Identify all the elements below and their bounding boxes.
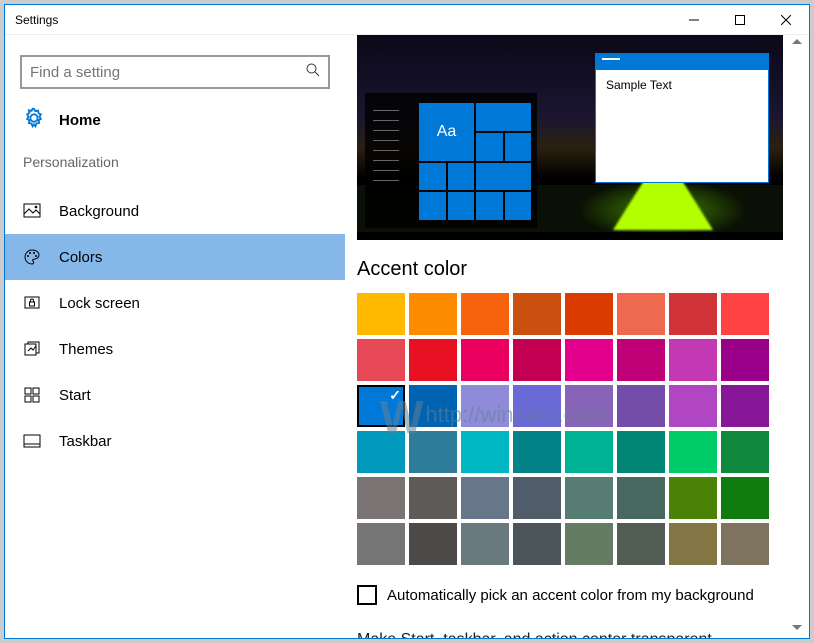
preview-start-menu: Aa xyxy=(365,93,537,228)
sidebar-item-colors[interactable]: Colors xyxy=(5,234,345,280)
nav-label: Taskbar xyxy=(59,433,112,450)
accent-swatch[interactable] xyxy=(721,293,769,335)
accent-swatch[interactable] xyxy=(617,293,665,335)
sidebar-item-lock-screen[interactable]: Lock screen xyxy=(5,280,345,326)
sidebar-item-taskbar[interactable]: Taskbar xyxy=(5,418,345,464)
accent-swatch[interactable] xyxy=(513,385,561,427)
preview-tile-aa: Aa xyxy=(419,103,474,161)
lock-screen-icon xyxy=(23,294,41,312)
accent-swatch[interactable] xyxy=(513,523,561,565)
accent-swatch[interactable] xyxy=(617,385,665,427)
preview-sample-window: Sample Text xyxy=(595,53,769,183)
category-heading: Personalization xyxy=(5,154,345,170)
window-title: Settings xyxy=(5,13,671,27)
auto-pick-label: Automatically pick an accent color from … xyxy=(387,587,754,604)
accent-swatch[interactable] xyxy=(357,523,405,565)
auto-pick-checkbox[interactable]: Automatically pick an accent color from … xyxy=(357,585,787,605)
sidebar-item-start[interactable]: Start xyxy=(5,372,345,418)
search-box[interactable] xyxy=(20,55,330,89)
window-body: Home Personalization Background Colors Loc… xyxy=(5,35,809,638)
accent-swatch[interactable] xyxy=(513,293,561,335)
accent-swatch[interactable] xyxy=(565,523,613,565)
nav-label: Start xyxy=(59,387,91,404)
checkbox-box[interactable] xyxy=(357,585,377,605)
accent-swatch[interactable] xyxy=(461,385,509,427)
background-icon xyxy=(23,202,41,220)
close-button[interactable] xyxy=(763,5,809,35)
accent-swatch[interactable] xyxy=(357,431,405,473)
accent-swatch[interactable] xyxy=(565,339,613,381)
home-label: Home xyxy=(59,112,101,129)
accent-swatch[interactable] xyxy=(409,385,457,427)
accent-swatch[interactable] xyxy=(617,477,665,519)
accent-swatch[interactable] xyxy=(461,523,509,565)
scrollbar[interactable] xyxy=(789,35,805,638)
transparent-heading: Make Start, taskbar, and action center t… xyxy=(357,631,787,638)
nav-label: Colors xyxy=(59,249,102,266)
nav-label: Background xyxy=(59,203,139,220)
accent-color-heading: Accent color xyxy=(357,258,787,281)
maximize-button[interactable] xyxy=(717,5,763,35)
accent-swatch[interactable] xyxy=(617,431,665,473)
accent-swatch[interactable] xyxy=(669,477,717,519)
accent-swatch[interactable] xyxy=(461,477,509,519)
sidebar-item-background[interactable]: Background xyxy=(5,188,345,234)
color-preview: Aa Sample Text xyxy=(357,35,783,240)
accent-swatch[interactable] xyxy=(669,293,717,335)
gear-icon xyxy=(23,107,45,134)
sidebar: Home Personalization Background Colors Loc… xyxy=(5,35,345,638)
accent-swatch[interactable] xyxy=(513,339,561,381)
scroll-up-icon[interactable] xyxy=(792,39,802,44)
start-icon xyxy=(23,386,41,404)
minimize-button[interactable] xyxy=(671,5,717,35)
accent-swatch[interactable] xyxy=(513,431,561,473)
accent-swatch[interactable] xyxy=(721,523,769,565)
content-area: Aa Sample Text Accent color xyxy=(345,35,809,638)
accent-swatch[interactable] xyxy=(409,523,457,565)
accent-swatch[interactable] xyxy=(669,339,717,381)
sidebar-item-themes[interactable]: Themes xyxy=(5,326,345,372)
accent-swatch[interactable] xyxy=(721,385,769,427)
accent-swatch[interactable] xyxy=(669,431,717,473)
scroll-down-icon[interactable] xyxy=(792,625,802,630)
themes-icon xyxy=(23,340,41,358)
accent-swatch[interactable] xyxy=(669,523,717,565)
accent-swatch[interactable] xyxy=(721,431,769,473)
accent-swatch[interactable] xyxy=(409,431,457,473)
accent-swatch[interactable] xyxy=(409,293,457,335)
preview-sample-text: Sample Text xyxy=(596,70,768,100)
accent-swatch[interactable] xyxy=(357,385,405,427)
accent-swatch[interactable] xyxy=(617,339,665,381)
accent-swatch[interactable] xyxy=(409,477,457,519)
settings-window: Settings Home Personalization Background… xyxy=(4,4,810,639)
accent-swatch[interactable] xyxy=(513,477,561,519)
accent-swatch[interactable] xyxy=(357,477,405,519)
accent-color-grid xyxy=(357,293,787,565)
accent-swatch[interactable] xyxy=(617,523,665,565)
accent-swatch[interactable] xyxy=(565,385,613,427)
home-link[interactable]: Home xyxy=(5,107,345,134)
accent-swatch[interactable] xyxy=(565,293,613,335)
accent-swatch[interactable] xyxy=(409,339,457,381)
nav-label: Themes xyxy=(59,341,113,358)
accent-swatch[interactable] xyxy=(721,339,769,381)
search-icon xyxy=(306,63,320,82)
accent-swatch[interactable] xyxy=(461,293,509,335)
taskbar-icon xyxy=(23,432,41,450)
nav-label: Lock screen xyxy=(59,295,140,312)
accent-swatch[interactable] xyxy=(669,385,717,427)
accent-swatch[interactable] xyxy=(357,293,405,335)
accent-swatch[interactable] xyxy=(565,477,613,519)
accent-swatch[interactable] xyxy=(461,339,509,381)
accent-swatch[interactable] xyxy=(565,431,613,473)
accent-swatch[interactable] xyxy=(461,431,509,473)
search-input[interactable] xyxy=(30,64,306,81)
accent-swatch[interactable] xyxy=(357,339,405,381)
titlebar: Settings xyxy=(5,5,809,35)
accent-swatch[interactable] xyxy=(721,477,769,519)
colors-icon xyxy=(23,248,41,266)
